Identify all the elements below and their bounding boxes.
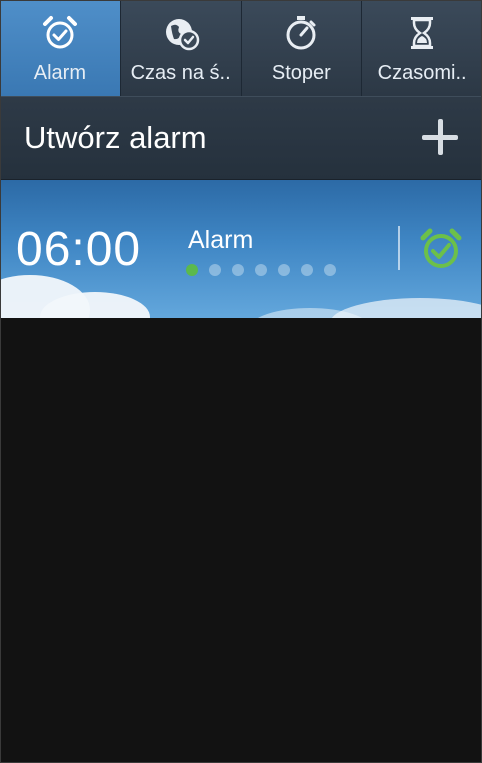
- world-clock-icon: [162, 14, 200, 52]
- tab-timer[interactable]: Czasomi..: [362, 0, 482, 96]
- day-indicator: [209, 264, 221, 276]
- alarm-time: 06:00: [16, 223, 142, 276]
- create-alarm-bar[interactable]: Utwórz alarm: [0, 96, 482, 180]
- hourglass-icon: [403, 14, 441, 52]
- stopwatch-icon: [282, 14, 320, 52]
- day-indicator: [278, 264, 290, 276]
- tab-label: Stoper: [271, 62, 331, 84]
- alarm-toggle-button[interactable]: [418, 226, 464, 272]
- day-indicator: [186, 264, 198, 276]
- day-indicator: [301, 264, 313, 276]
- alarm-clock-icon: [420, 228, 462, 268]
- alarm-list-item[interactable]: 06:00 Alarm: [0, 180, 482, 318]
- create-alarm-label: Utwórz alarm: [24, 120, 207, 155]
- tab-label: Alarm: [33, 62, 86, 84]
- plus-icon[interactable]: [422, 119, 458, 155]
- alarm-name: Alarm: [188, 226, 254, 254]
- tab-world-clock[interactable]: Czas na ś..: [121, 0, 242, 96]
- alarm-days: [186, 264, 336, 276]
- tab-alarm[interactable]: Alarm: [0, 0, 121, 96]
- day-indicator: [232, 264, 244, 276]
- day-indicator: [255, 264, 267, 276]
- divider: [398, 226, 400, 270]
- tab-stopwatch[interactable]: Stoper: [242, 0, 363, 96]
- day-indicator: [324, 264, 336, 276]
- tab-label: Czas na ś..: [130, 62, 231, 84]
- alarm-clock-icon: [41, 14, 79, 52]
- tab-label: Czasomi..: [377, 62, 467, 84]
- tab-bar: Alarm Czas na ś.. Stoper Czasomi..: [0, 0, 482, 97]
